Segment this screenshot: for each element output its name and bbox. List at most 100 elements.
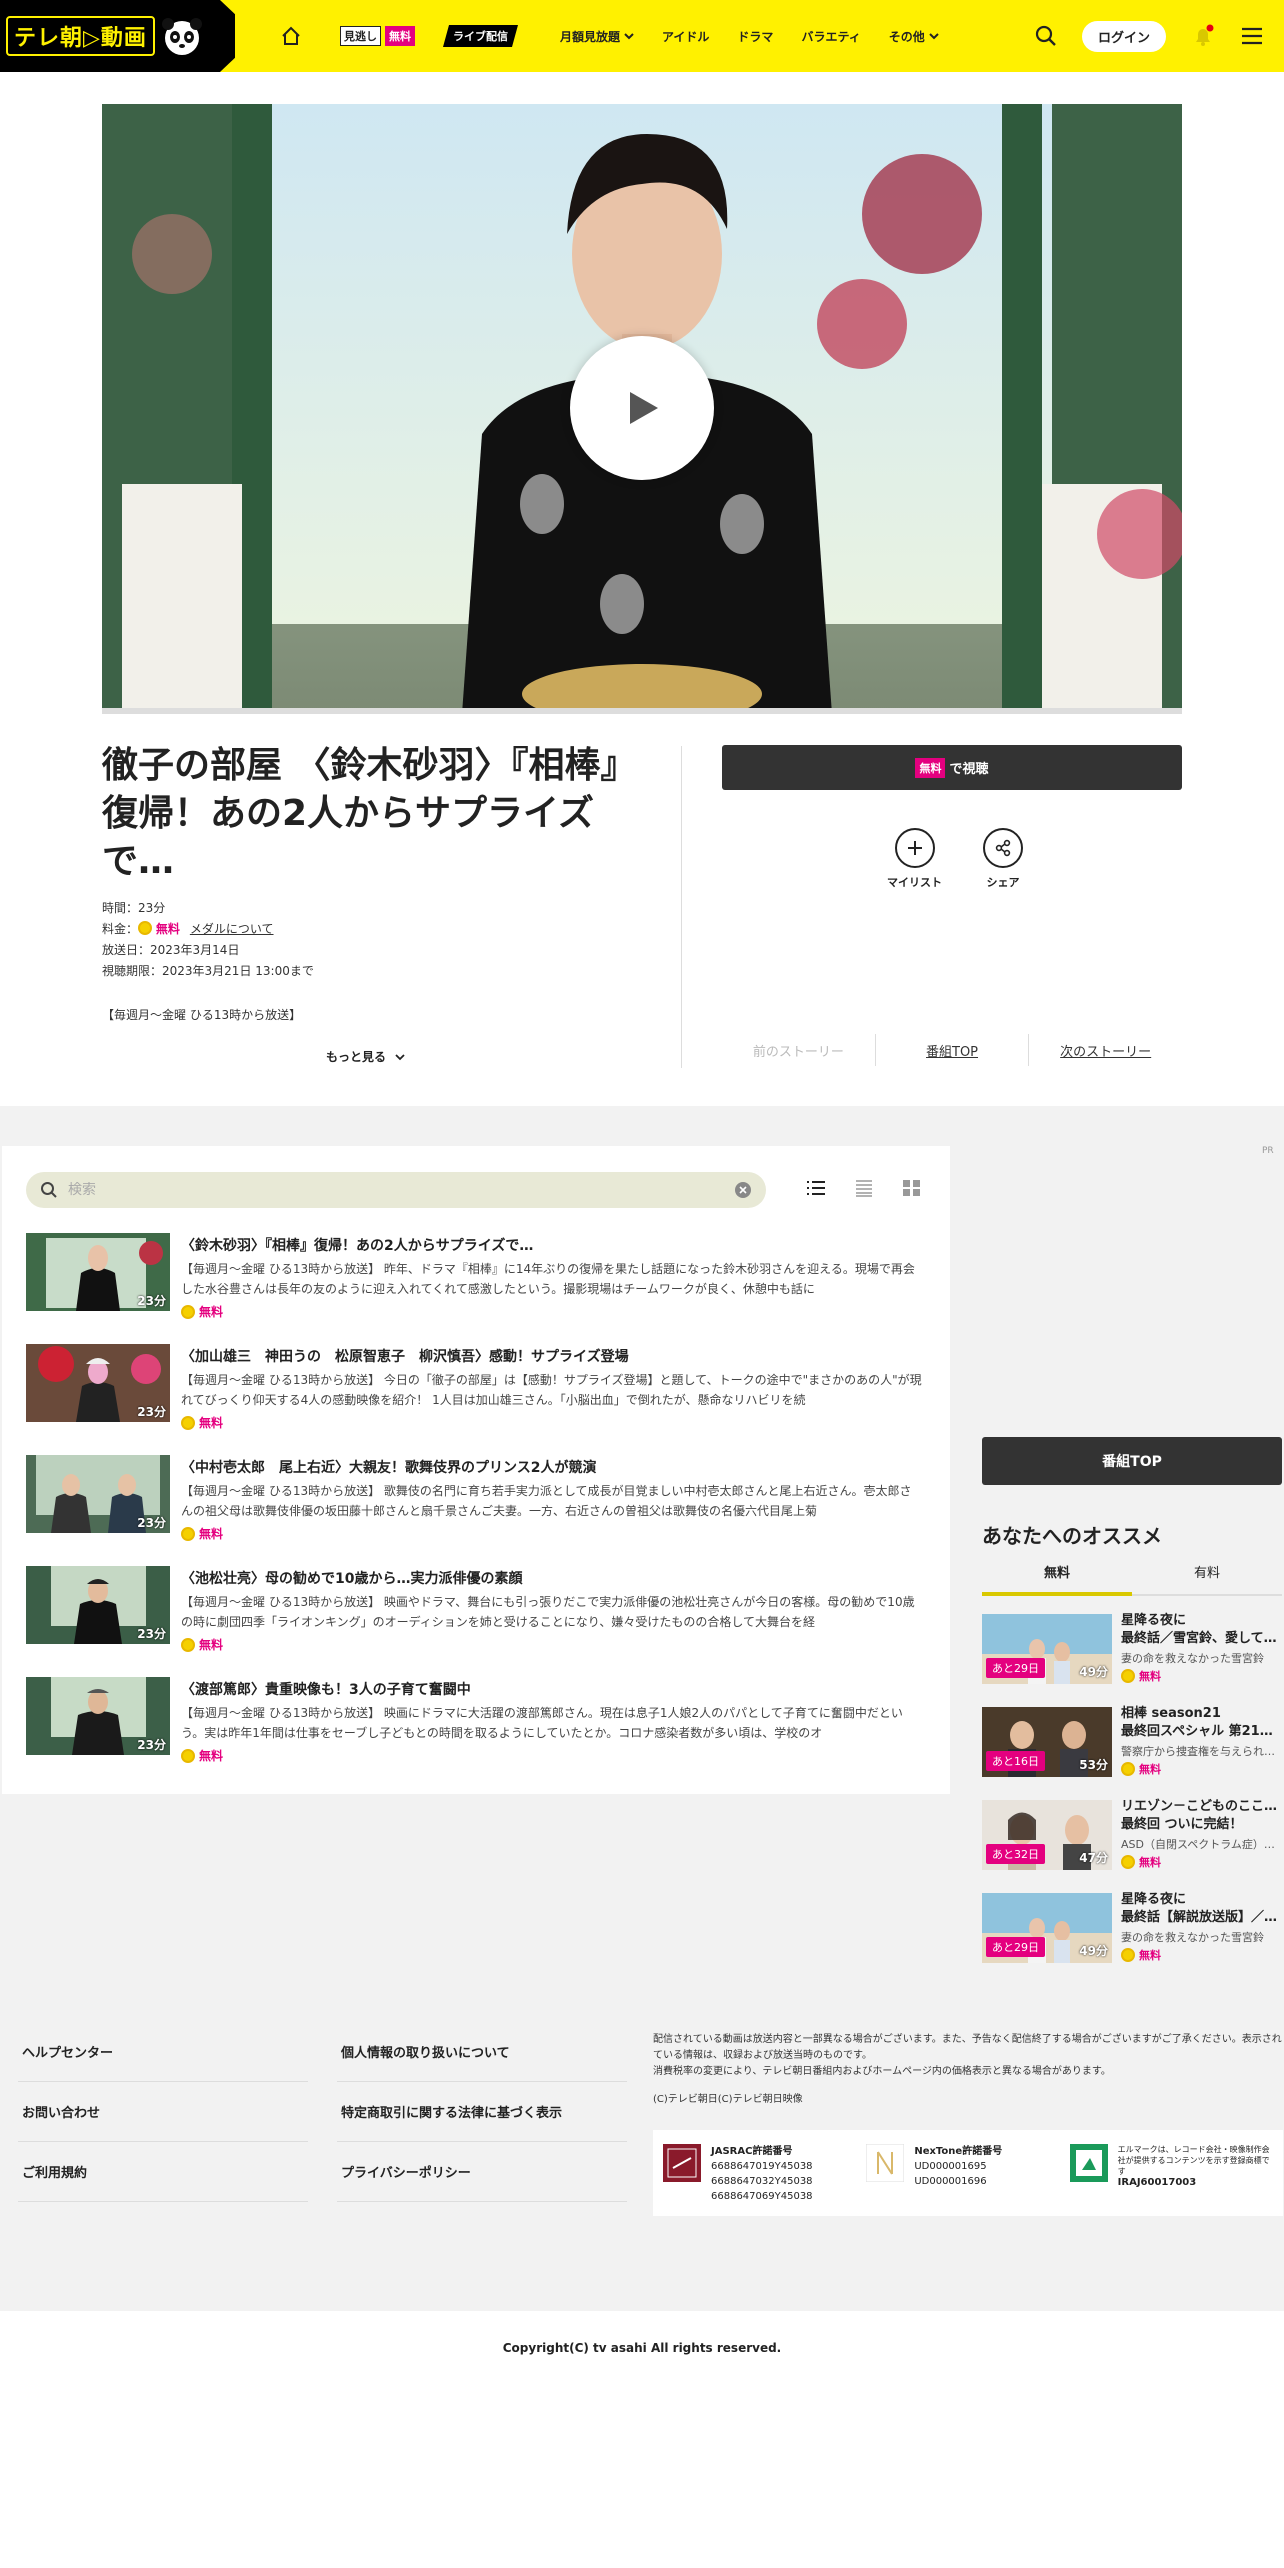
- recommend-thumbnail: あと29日 49分: [982, 1614, 1112, 1684]
- nav-catchup[interactable]: 見逃し 無料: [340, 26, 415, 46]
- episode-description: 【毎週月～金曜 ひる13時から放送】 歌舞伎の名門に育ち若手実力派として成長が目…: [181, 1484, 912, 1518]
- personal-info-link[interactable]: 個人情報の取り扱いについて: [337, 2022, 627, 2082]
- divider: [681, 746, 682, 1068]
- list-item[interactable]: 23分 〈鈴木砂羽〉『相棒』復帰！あの2人からサプライズで… 【毎週月～金曜 ひ…: [26, 1233, 926, 1329]
- recommend-item[interactable]: あと32日 47分 リエゾン－こどものここ… 最終回 ついに完結！「こ… ASD…: [982, 1799, 1282, 1872]
- copyright-text: Copyright(C) tv asahi All rights reserve…: [502, 2341, 782, 2355]
- nav-variety[interactable]: バラエティ: [801, 28, 860, 45]
- price-row: 料金： 無料 メダルについて: [102, 921, 274, 936]
- mylist-button[interactable]: マイリスト: [887, 828, 942, 890]
- airtime-text: 【毎週月～金曜 ひる13時から放送】: [102, 1008, 302, 1022]
- list-item[interactable]: 23分 〈中村壱太郎 尾上右近〉大親友！歌舞伎界のプリンス2人が競演 【毎週月～…: [26, 1455, 926, 1551]
- bell-icon[interactable]: [1190, 23, 1216, 49]
- medal-coin-icon: [1121, 1855, 1135, 1869]
- episode-thumbnail: 23分: [26, 1344, 170, 1422]
- footer-links-col2: 個人情報の取り扱いについて 特定商取引に関する法律に基づく表示 プライバシーポリ…: [337, 2022, 627, 2202]
- free-badge: 無料: [181, 1525, 223, 1542]
- free-badge: 無料: [181, 1414, 223, 1431]
- price-free: 無料: [155, 922, 180, 936]
- help-center-link[interactable]: ヘルプセンター: [18, 2022, 308, 2082]
- recommend-description: ASD（自閉スペクトラム症）…: [1121, 1838, 1275, 1851]
- episode-thumbnail: 23分: [26, 1455, 170, 1533]
- search-icon[interactable]: [1034, 24, 1058, 48]
- watch-free-button[interactable]: 無料 で視聴: [722, 745, 1182, 790]
- free-badge: 無料: [1121, 1854, 1161, 1870]
- jasrac-license: JASRAC許諾番号 6688647019Y45038 6688647032Y450…: [663, 2144, 866, 2202]
- chevron-down-icon: [624, 33, 634, 40]
- recommend-thumbnail: あと16日 53分: [982, 1707, 1112, 1777]
- list-view-icon[interactable]: [805, 1178, 827, 1198]
- list-item[interactable]: 23分 〈加山雄三 神田うの 松原智恵子 柳沢慎吾〉感動！サプライズ登場 【毎週…: [26, 1344, 926, 1440]
- nextone-logo-icon: [866, 2144, 905, 2182]
- nav-live[interactable]: ライブ配信: [443, 25, 518, 47]
- jasrac-logo-icon: [663, 2144, 701, 2182]
- nav-drama[interactable]: ドラマ: [737, 28, 773, 45]
- episode-title: 〈加山雄三 神田うの 松原智恵子 柳沢慎吾〉感動！サプライズ登場: [181, 1349, 629, 1365]
- show-more-button[interactable]: もっと見る: [326, 1048, 406, 1065]
- recommend-thumbnail: あと32日 47分: [982, 1800, 1112, 1870]
- tab-paid[interactable]: 有料: [1132, 1558, 1282, 1596]
- tab-free[interactable]: 無料: [982, 1558, 1132, 1596]
- footer-links-col1: ヘルプセンター お問い合わせ ご利用規約: [18, 2022, 308, 2202]
- free-badge: 無料: [1121, 1761, 1161, 1777]
- free-badge: 無料: [181, 1747, 223, 1764]
- copyright-area: Copyright(C) tv asahi All rights reserve…: [0, 2311, 1284, 2568]
- nav-others[interactable]: その他: [889, 28, 939, 45]
- list-item[interactable]: 23分 〈池松壮亮〉母の勧めで10歳から…実力派俳優の素顔 【毎週月～金曜 ひる…: [26, 1566, 926, 1662]
- terms-link[interactable]: ご利用規約: [18, 2142, 308, 2202]
- search-input[interactable]: [68, 1182, 724, 1198]
- chevron-down-icon: [395, 1053, 405, 1060]
- program-top-button[interactable]: 番組TOP: [982, 1437, 1282, 1485]
- recommend-item[interactable]: あと16日 53分 相棒 season21 最終回スペシャル 第21… 警察庁か…: [982, 1706, 1282, 1779]
- episode-description: 【毎週月～金曜 ひる13時から放送】 映画やドラマ、舞台にも引っ張りだこで実力派…: [181, 1595, 915, 1629]
- view-toggle: [805, 1178, 923, 1198]
- free-badge: 無料: [181, 1636, 223, 1653]
- chevron-down-icon: [929, 33, 939, 40]
- medal-coin-icon: [181, 1526, 195, 1541]
- episode-title: 〈鈴木砂羽〉『相棒』復帰！あの2人からサプライズで…: [181, 1238, 534, 1254]
- recommend-title: リエゾン－こどものここ… 最終回 ついに完結！「こ…: [1121, 1799, 1278, 1832]
- next-story-link[interactable]: 次のストーリー: [1029, 1041, 1182, 1060]
- recommend-thumbnail: あと29日 49分: [982, 1893, 1112, 1963]
- contact-link[interactable]: お問い合わせ: [18, 2082, 308, 2142]
- program-top-link[interactable]: 番組TOP: [876, 1041, 1029, 1060]
- nav-subscription[interactable]: 月額見放題: [560, 28, 634, 45]
- recommend-tabs: 無料 有料: [982, 1558, 1282, 1596]
- home-icon[interactable]: [280, 25, 302, 47]
- nav-idol[interactable]: アイドル: [662, 28, 709, 45]
- program-meta: 時間：23分 料金： 無料 メダルについて 放送日：2023年3月14日 視聴期限…: [102, 898, 314, 982]
- compact-list-icon[interactable]: [853, 1178, 875, 1198]
- video-progress-bar[interactable]: [102, 708, 1182, 714]
- play-button[interactable]: [570, 336, 714, 480]
- clear-icon[interactable]: [734, 1181, 752, 1199]
- footer-notes: 配信されている動画は放送内容と一部異なる場合がございます。また、予告なく配信終了…: [653, 2034, 1282, 2105]
- recommend-title: 星降る夜に 最終話【解説放送版】／…: [1121, 1892, 1278, 1925]
- medal-coin-icon: [1121, 1948, 1135, 1962]
- logo-text: テレ朝▷動画: [6, 16, 155, 56]
- recommend-item[interactable]: あと29日 49分 星降る夜に 最終話／雪宮鈴、愛して… 妻の命を救えなかった雪…: [982, 1613, 1282, 1686]
- medal-coin-icon: [181, 1415, 195, 1430]
- grid-view-icon[interactable]: [901, 1178, 923, 1198]
- header-actions: ログイン: [1034, 0, 1264, 72]
- prev-story-link[interactable]: 前のストーリー: [722, 1041, 875, 1060]
- medal-info-link[interactable]: メダルについて: [190, 922, 274, 936]
- lmark-logo-icon: [1069, 2144, 1108, 2182]
- commerce-law-link[interactable]: 特定商取引に関する法律に基づく表示: [337, 2082, 627, 2142]
- lmark-license: エルマークは、レコード会社・映像制作会社が提供するコンテンツを示す登録商標です I…: [1069, 2144, 1273, 2202]
- recommend-item[interactable]: あと29日 49分 星降る夜に 最終話【解説放送版】／… 妻の命を救えなかった雪…: [982, 1892, 1282, 1965]
- privacy-policy-link[interactable]: プライバシーポリシー: [337, 2142, 627, 2202]
- episode-description: 【毎週月～金曜 ひる13時から放送】 今日の「徹子の部屋」は【感動！サプライズ登…: [181, 1373, 922, 1407]
- recommend-title: 相棒 season21 最終回スペシャル 第21…: [1121, 1706, 1273, 1739]
- site-logo[interactable]: テレ朝▷動画: [6, 14, 205, 58]
- license-panel: JASRAC許諾番号 6688647019Y45038 6688647032Y450…: [653, 2130, 1283, 2216]
- login-button[interactable]: ログイン: [1081, 20, 1166, 52]
- episode-thumbnail: 23分: [26, 1566, 170, 1644]
- episode-description: 【毎週月～金曜 ひる13時から放送】 映画にドラマに大活躍の渡部篤郎さん。現在は…: [181, 1706, 903, 1740]
- share-button[interactable]: シェア: [983, 828, 1023, 890]
- episode-title: 〈中村壱太郎 尾上右近〉大親友！歌舞伎界のプリンス2人が競演: [181, 1460, 597, 1476]
- recommend-description: 妻の命を救えなかった雪宮鈴: [1121, 1652, 1264, 1665]
- episode-search[interactable]: [26, 1172, 766, 1208]
- hamburger-menu-icon[interactable]: [1240, 26, 1264, 46]
- list-item[interactable]: 23分 〈渡部篤郎〉貴重映像も！3人の子育て奮闘中 【毎週月～金曜 ひる13時か…: [26, 1677, 926, 1773]
- pr-label: PR: [1262, 1146, 1274, 1156]
